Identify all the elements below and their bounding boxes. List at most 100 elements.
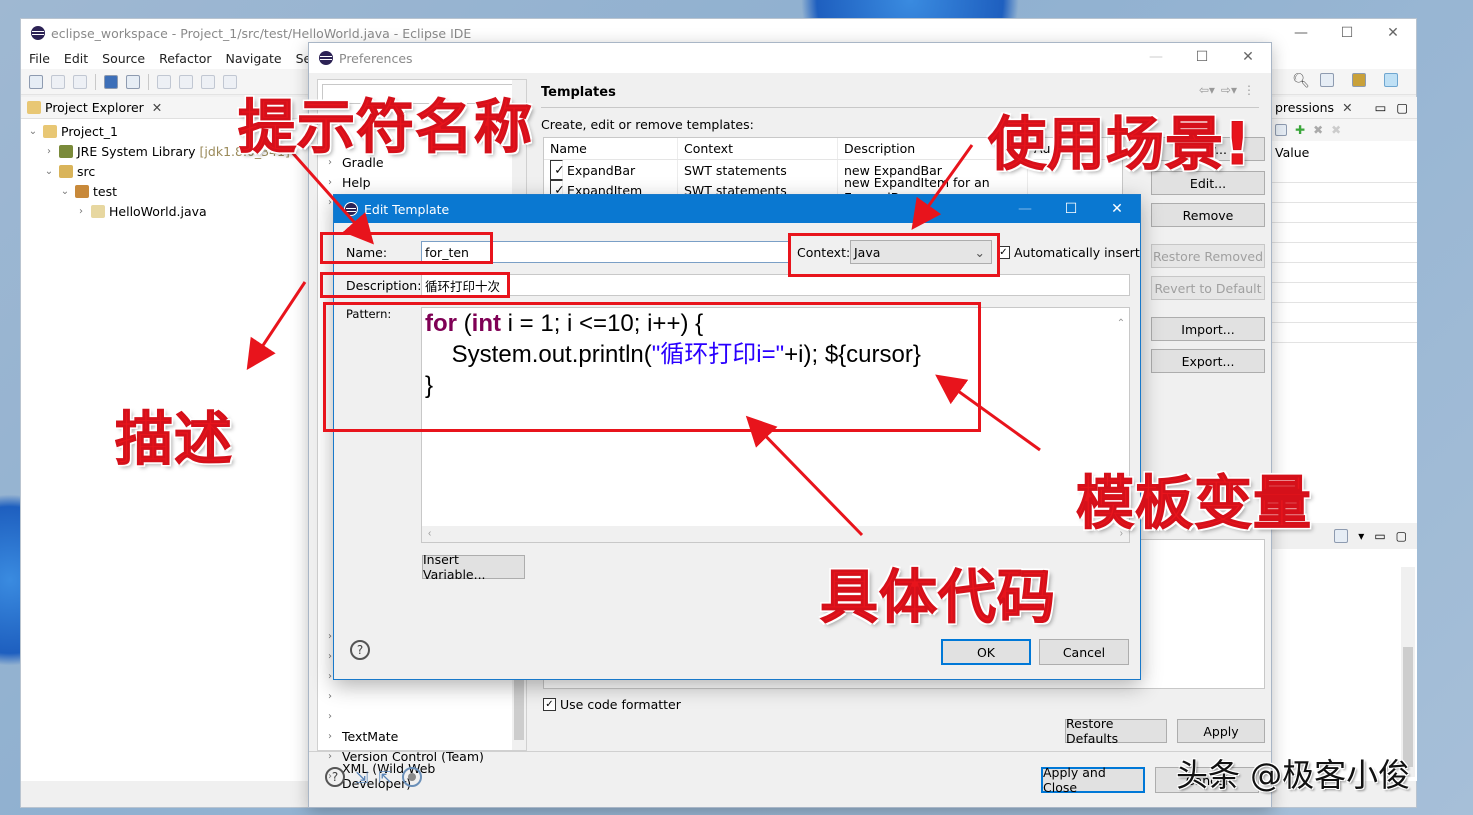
- chevron-down-icon[interactable]: ⌄: [59, 186, 71, 197]
- revert-default-button[interactable]: Revert to Default: [1151, 276, 1265, 300]
- close-button[interactable]: ✕: [1370, 19, 1416, 47]
- chevron-right-icon[interactable]: ›: [75, 206, 87, 217]
- maximize-button[interactable]: ☐: [1048, 195, 1094, 223]
- tree-item-label: JRE System Library: [77, 143, 196, 159]
- minimize-view-icon[interactable]: ▭: [1374, 529, 1385, 543]
- description-input[interactable]: 循环打印十次: [421, 274, 1130, 296]
- cancel-button[interactable]: Cancel: [1039, 639, 1129, 665]
- chevron-down-icon[interactable]: ⌄: [27, 126, 39, 137]
- source-folder-icon: [59, 164, 73, 178]
- view-menu-icon[interactable]: ▾: [1358, 529, 1364, 543]
- pattern-editor[interactable]: for (int i = 1; i <=10; i++) { System.ou…: [421, 307, 1130, 543]
- pref-item-help[interactable]: › Help: [318, 172, 526, 192]
- minimize-button[interactable]: —: [1002, 195, 1048, 223]
- menu-refactor[interactable]: Refactor: [159, 51, 211, 66]
- tree-item-label: HelloWorld.java: [109, 203, 207, 219]
- help-icon[interactable]: ?: [350, 640, 370, 660]
- export-prefs-icon[interactable]: ⇱: [378, 768, 391, 787]
- collapse-all-icon[interactable]: [1275, 124, 1287, 136]
- disconnect-icon[interactable]: [223, 74, 237, 89]
- toolbar-separator: [95, 73, 96, 90]
- value-column-header: Value: [1275, 145, 1310, 160]
- maximize-button[interactable]: ☐: [1179, 43, 1225, 71]
- tree-item[interactable]: ⌄ src: [21, 161, 310, 181]
- export-button[interactable]: Export...: [1151, 349, 1265, 373]
- chevron-right-icon[interactable]: ›: [43, 146, 55, 157]
- expression-rows: [1271, 163, 1417, 353]
- vertical-scrollbar[interactable]: [1401, 567, 1415, 777]
- terminate-icon[interactable]: [201, 74, 215, 89]
- import-button[interactable]: Import...: [1151, 317, 1265, 341]
- search-icon[interactable]: 🔍︎: [1292, 73, 1310, 89]
- back-icon[interactable]: ⇦▾: [1199, 83, 1215, 97]
- maximize-view-icon[interactable]: ▢: [1396, 529, 1407, 543]
- pref-collapsed-item[interactable]: ›: [318, 706, 508, 726]
- minimize-button[interactable]: —: [1278, 19, 1324, 47]
- help-icon[interactable]: ?: [325, 767, 345, 787]
- resume-icon[interactable]: [157, 74, 171, 89]
- pref-item-textmate[interactable]: › TextMate: [318, 726, 508, 746]
- close-view-icon[interactable]: ✕: [152, 100, 162, 115]
- restore-removed-button[interactable]: Restore Removed: [1151, 244, 1265, 268]
- close-button[interactable]: ✕: [1225, 43, 1271, 71]
- java-perspective-icon[interactable]: [1352, 73, 1366, 87]
- more-icon[interactable]: ⋮: [1243, 83, 1255, 97]
- terminal-icon[interactable]: [104, 74, 118, 89]
- open-perspective-icon[interactable]: [1320, 73, 1334, 87]
- remove-expression-icon[interactable]: ✖: [1313, 123, 1323, 137]
- expressions-tab[interactable]: pressions ✕ ▭ ▢: [1271, 97, 1417, 119]
- record-icon[interactable]: [401, 767, 422, 787]
- close-view-icon[interactable]: ✕: [1342, 100, 1352, 115]
- column-context[interactable]: Context: [678, 138, 838, 159]
- horizontal-scrollbar[interactable]: ‹ ›: [422, 526, 1129, 542]
- close-button[interactable]: ✕: [1094, 195, 1140, 223]
- nav-arrows: ⇦▾ ⇨▾ ⋮: [1199, 83, 1255, 97]
- maximize-view-icon[interactable]: ▢: [1396, 100, 1408, 115]
- watermark: 头条 @极客小俊: [1176, 756, 1411, 794]
- save-all-icon[interactable]: [73, 74, 87, 89]
- tree-item[interactable]: › HelloWorld.java: [21, 201, 310, 221]
- name-input[interactable]: for_ten: [421, 241, 789, 263]
- insert-variable-button[interactable]: Insert Variable...: [422, 552, 525, 582]
- chevron-down-icon[interactable]: ⌄: [43, 166, 55, 177]
- package-icon: [75, 184, 89, 198]
- code-line: }: [425, 372, 434, 399]
- tree-item[interactable]: ⌄ test: [21, 181, 310, 201]
- annotation-code-hint: 具体代码: [819, 563, 1057, 632]
- remove-button[interactable]: Remove: [1151, 203, 1265, 227]
- auto-insert-checkbox[interactable]: ✓ Automatically insert: [997, 245, 1140, 260]
- new-icon[interactable]: [29, 74, 43, 89]
- annotation-name-hint: 提示符名称: [237, 93, 534, 162]
- forward-icon[interactable]: ⇨▾: [1221, 83, 1237, 97]
- preferences-title: Preferences: [339, 50, 413, 66]
- minimize-button[interactable]: —: [1133, 43, 1179, 71]
- row-checkbox[interactable]: ✓: [550, 160, 565, 180]
- project-icon: [43, 124, 57, 138]
- new-console-icon[interactable]: [1334, 529, 1349, 543]
- menu-edit[interactable]: Edit: [64, 51, 88, 66]
- apply-button[interactable]: Apply: [1177, 719, 1265, 743]
- save-icon[interactable]: [51, 74, 65, 89]
- page-description: Create, edit or remove templates:: [541, 117, 754, 132]
- skip-breakpoints-icon[interactable]: [126, 74, 140, 89]
- ok-button[interactable]: OK: [941, 639, 1031, 665]
- library-icon: [59, 144, 73, 158]
- import-prefs-icon[interactable]: ⇲: [355, 768, 368, 787]
- minimize-view-icon[interactable]: ▭: [1375, 100, 1387, 115]
- maximize-button[interactable]: ☐: [1324, 19, 1370, 47]
- menu-source[interactable]: Source: [102, 51, 145, 66]
- restore-defaults-button[interactable]: Restore Defaults: [1065, 716, 1167, 746]
- menu-file[interactable]: File: [29, 51, 50, 66]
- suspend-icon[interactable]: [179, 74, 193, 89]
- pref-collapsed-item[interactable]: ›: [318, 686, 508, 706]
- remove-all-icon[interactable]: ✖: [1331, 123, 1341, 137]
- tree-item-label: src: [77, 163, 96, 179]
- debug-perspective-icon[interactable]: [1384, 73, 1398, 87]
- column-name[interactable]: Name: [544, 138, 678, 159]
- apply-and-close-button[interactable]: Apply and Close: [1041, 765, 1145, 795]
- context-select[interactable]: Java ⌄: [850, 240, 992, 264]
- use-formatter-checkbox[interactable]: ✓ Use code formatter: [543, 697, 681, 712]
- page-title: Templates: [541, 85, 616, 100]
- menu-navigate[interactable]: Navigate: [226, 51, 282, 66]
- add-expression-icon[interactable]: ✚: [1295, 123, 1305, 137]
